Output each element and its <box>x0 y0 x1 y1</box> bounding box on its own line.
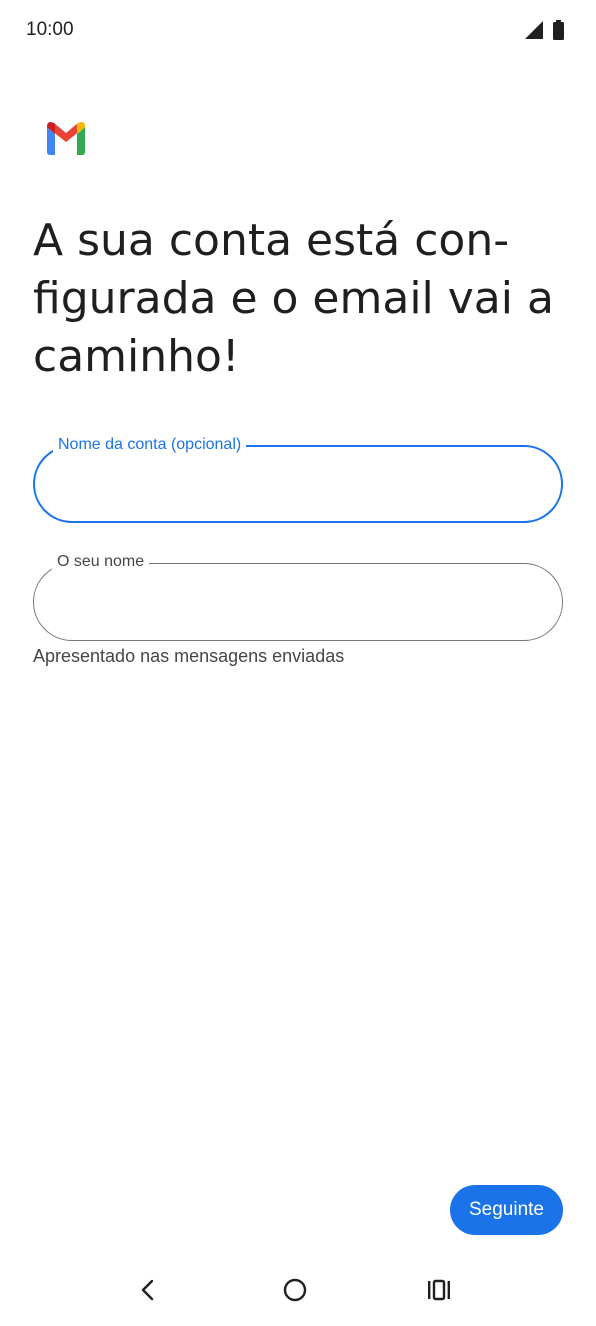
status-bar: 10:00 <box>0 0 596 62</box>
your-name-field[interactable]: O seu nome <box>33 552 563 641</box>
status-time: 10:00 <box>26 19 74 40</box>
navigation-bar <box>0 1256 596 1326</box>
status-icons <box>525 20 564 40</box>
account-name-input[interactable] <box>59 469 537 501</box>
gmail-logo <box>47 122 85 155</box>
battery-icon <box>553 20 564 40</box>
home-button[interactable] <box>275 1270 315 1310</box>
account-name-label: Nome da conta (opcional) <box>53 435 247 455</box>
your-name-input[interactable] <box>58 586 538 618</box>
next-button[interactable]: Seguinte <box>450 1185 563 1235</box>
back-button[interactable] <box>128 1270 168 1310</box>
recents-button[interactable] <box>419 1270 459 1310</box>
your-name-label: O seu nome <box>52 552 150 572</box>
home-icon <box>283 1278 307 1302</box>
recents-icon <box>428 1279 450 1301</box>
signal-icon <box>525 21 543 39</box>
back-icon <box>141 1279 154 1301</box>
page-title: A sua conta está con-figurada e o email … <box>33 215 554 382</box>
your-name-helper-text: Apresentado nas mensagens enviadas <box>33 646 345 666</box>
account-name-field[interactable]: Nome da conta (opcional) <box>33 435 563 523</box>
